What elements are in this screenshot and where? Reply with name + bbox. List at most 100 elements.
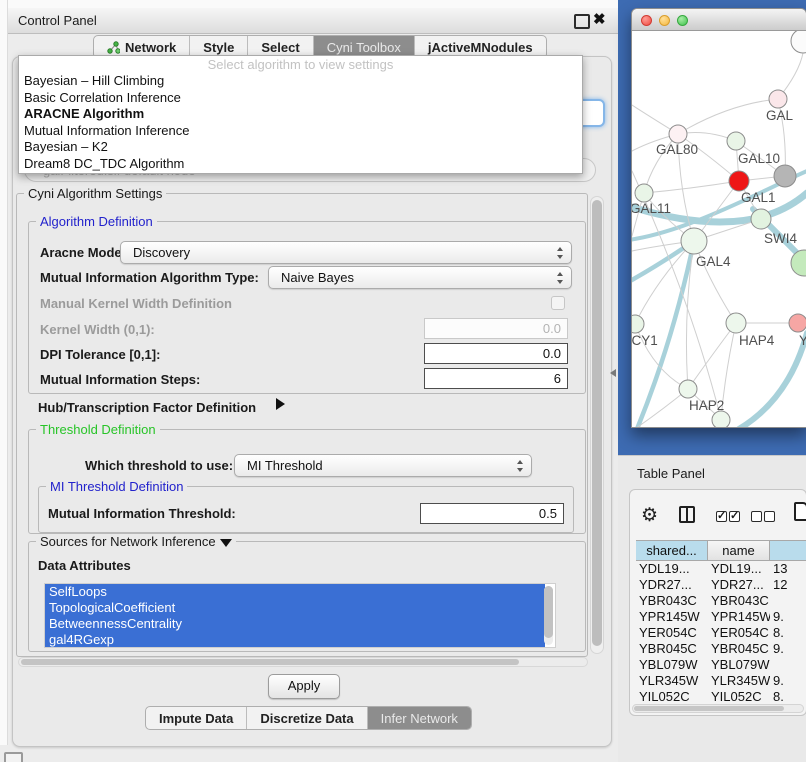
- document-icon[interactable]: [794, 502, 806, 521]
- network-node-gal1[interactable]: [729, 171, 749, 191]
- column-header[interactable]: name: [708, 541, 770, 560]
- algorithm-option[interactable]: Dream8 DC_TDC Algorithm: [19, 156, 582, 173]
- tab-label: Style: [203, 40, 234, 55]
- data-attributes-label: Data Attributes: [38, 558, 131, 573]
- aracne-mode-combobox[interactable]: Discovery: [120, 241, 572, 264]
- split-columns-icon[interactable]: [679, 506, 695, 523]
- manual-kernel-checkbox[interactable]: [551, 296, 565, 310]
- dropdown-placeholder: Select algorithm to view settings: [19, 56, 582, 73]
- attributes-scrollbar[interactable]: [544, 586, 553, 645]
- close-icon[interactable]: ✖: [593, 10, 606, 28]
- network-node-gcy1[interactable]: [632, 315, 644, 333]
- network-node-y[interactable]: [789, 314, 806, 332]
- node-table: shared...nameYDL19...YDL19...13YDR27...Y…: [636, 540, 806, 703]
- network-window-titlebar[interactable]: [632, 9, 806, 31]
- table-horizontal-scrollbar[interactable]: [632, 704, 804, 713]
- network-canvas[interactable]: GALGAL80GAL10GAL1GAL11SWI4GAL4GCY1HAP4YH…: [632, 31, 806, 427]
- zoom-traffic-light-icon[interactable]: [677, 15, 688, 26]
- table-cell: YBR045C: [708, 641, 770, 657]
- algorithm-option[interactable]: ARACNE Algorithm: [19, 106, 582, 123]
- network-edge: [678, 99, 778, 134]
- expand-arrow-icon[interactable]: [276, 398, 285, 410]
- kernel-width-field[interactable]: 0.0: [424, 318, 568, 339]
- network-node-hap2[interactable]: [679, 380, 697, 398]
- network-edge: [644, 181, 739, 193]
- table-row[interactable]: YDL19...YDL19...13: [636, 561, 806, 577]
- attribute-item[interactable]: gal4RGexp: [45, 632, 545, 648]
- algorithm-option[interactable]: Bayesian – Hill Climbing: [19, 73, 582, 90]
- network-icon: [107, 41, 120, 54]
- table-row[interactable]: YIL052CYIL052C8.: [636, 689, 806, 703]
- control-panel-title: Control Panel: [18, 13, 97, 28]
- mi-type-combobox[interactable]: Naive Bayes: [268, 266, 572, 289]
- sources-group-title[interactable]: Sources for Network Inference: [36, 535, 236, 549]
- collapse-arrow-icon: [220, 539, 232, 547]
- table-row[interactable]: YLR345WYLR345W9.: [636, 673, 806, 689]
- algorithm-definition-title: Algorithm Definition: [36, 215, 157, 229]
- tab-infer-network[interactable]: Infer Network: [368, 707, 471, 729]
- node-label: GAL10: [738, 151, 780, 166]
- checked-box-icon[interactable]: [716, 511, 727, 522]
- table-cell: YBR045C: [636, 641, 708, 657]
- table-cell: 9.: [770, 673, 806, 689]
- data-attributes-list: SelfLoopsTopologicalCoefficientBetweenne…: [44, 583, 556, 648]
- algorithm-option[interactable]: Bayesian – K2: [19, 139, 582, 156]
- hub-definition-label[interactable]: Hub/Transcription Factor Definition: [38, 400, 256, 415]
- table-row[interactable]: YBR043CYBR043C: [636, 593, 806, 609]
- settings-vertical-scrollbar[interactable]: [590, 196, 604, 654]
- network-node[interactable]: [791, 250, 806, 276]
- tab-label: Cyni Toolbox: [327, 40, 401, 55]
- attribute-item[interactable]: BetweennessCentrality: [45, 616, 545, 632]
- network-node-swi4[interactable]: [751, 209, 771, 229]
- table-header-row: shared...name: [636, 540, 806, 561]
- dock-mini-icon[interactable]: [4, 752, 23, 762]
- checked-box-icon[interactable]: [729, 511, 740, 522]
- network-node-gal[interactable]: [769, 90, 787, 108]
- gear-icon[interactable]: ⚙: [641, 504, 658, 527]
- close-traffic-light-icon[interactable]: [641, 15, 652, 26]
- node-label: GAL80: [656, 142, 698, 157]
- network-node-gal80[interactable]: [669, 125, 687, 143]
- algorithm-option[interactable]: Basic Correlation Inference: [19, 90, 582, 107]
- table-cell: YER054C: [708, 625, 770, 641]
- unchecked-box-icon[interactable]: [764, 511, 775, 522]
- mi-threshold-field[interactable]: 0.5: [420, 503, 564, 524]
- network-node-gal4[interactable]: [681, 228, 707, 254]
- network-node[interactable]: [712, 411, 730, 427]
- table-row[interactable]: YPR145WYPR145W9.: [636, 609, 806, 625]
- settings-horizontal-scrollbar[interactable]: [18, 657, 588, 667]
- unchecked-box-icon[interactable]: [751, 511, 762, 522]
- tab-label: Infer Network: [381, 711, 458, 726]
- float-window-icon[interactable]: [574, 14, 590, 29]
- node-label: GAL: [766, 108, 794, 123]
- network-node[interactable]: [774, 165, 796, 187]
- network-node-gal10[interactable]: [727, 132, 745, 150]
- table-row[interactable]: YBL079WYBL079W: [636, 657, 806, 673]
- column-header[interactable]: [770, 541, 806, 560]
- table-cell: YER054C: [636, 625, 708, 641]
- mi-steps-label: Mutual Information Steps:: [40, 372, 200, 387]
- column-header[interactable]: shared...: [636, 541, 708, 560]
- minimize-traffic-light-icon[interactable]: [659, 15, 670, 26]
- node-label: GAL1: [741, 190, 776, 205]
- algorithm-option[interactable]: Mutual Information Inference: [19, 123, 582, 140]
- table-cell: YLR345W: [636, 673, 708, 689]
- attribute-item[interactable]: TopologicalCoefficient: [45, 600, 545, 616]
- tab-impute-data[interactable]: Impute Data: [146, 707, 247, 729]
- which-threshold-combobox[interactable]: MI Threshold: [234, 454, 532, 477]
- table-panel-title: Table Panel: [637, 466, 705, 481]
- table-row[interactable]: YDR27...YDR27...12: [636, 577, 806, 593]
- network-node[interactable]: [791, 31, 806, 53]
- mi-type-value: Naive Bayes: [281, 270, 354, 285]
- tab-discretize-data[interactable]: Discretize Data: [247, 707, 367, 729]
- table-row[interactable]: YBR045CYBR045C9.: [636, 641, 806, 657]
- network-node-gal11[interactable]: [635, 184, 653, 202]
- table-row[interactable]: YER054CYER054C8.: [636, 625, 806, 641]
- panel-splitter-arrow-icon[interactable]: [610, 369, 616, 377]
- manual-kernel-label: Manual Kernel Width Definition: [40, 296, 232, 311]
- apply-button[interactable]: Apply: [268, 674, 340, 699]
- network-node-hap4[interactable]: [726, 313, 746, 333]
- mi-steps-field[interactable]: 6: [424, 368, 568, 389]
- attribute-item[interactable]: SelfLoops: [45, 584, 545, 600]
- dpi-tolerance-field[interactable]: 0.0: [424, 343, 568, 364]
